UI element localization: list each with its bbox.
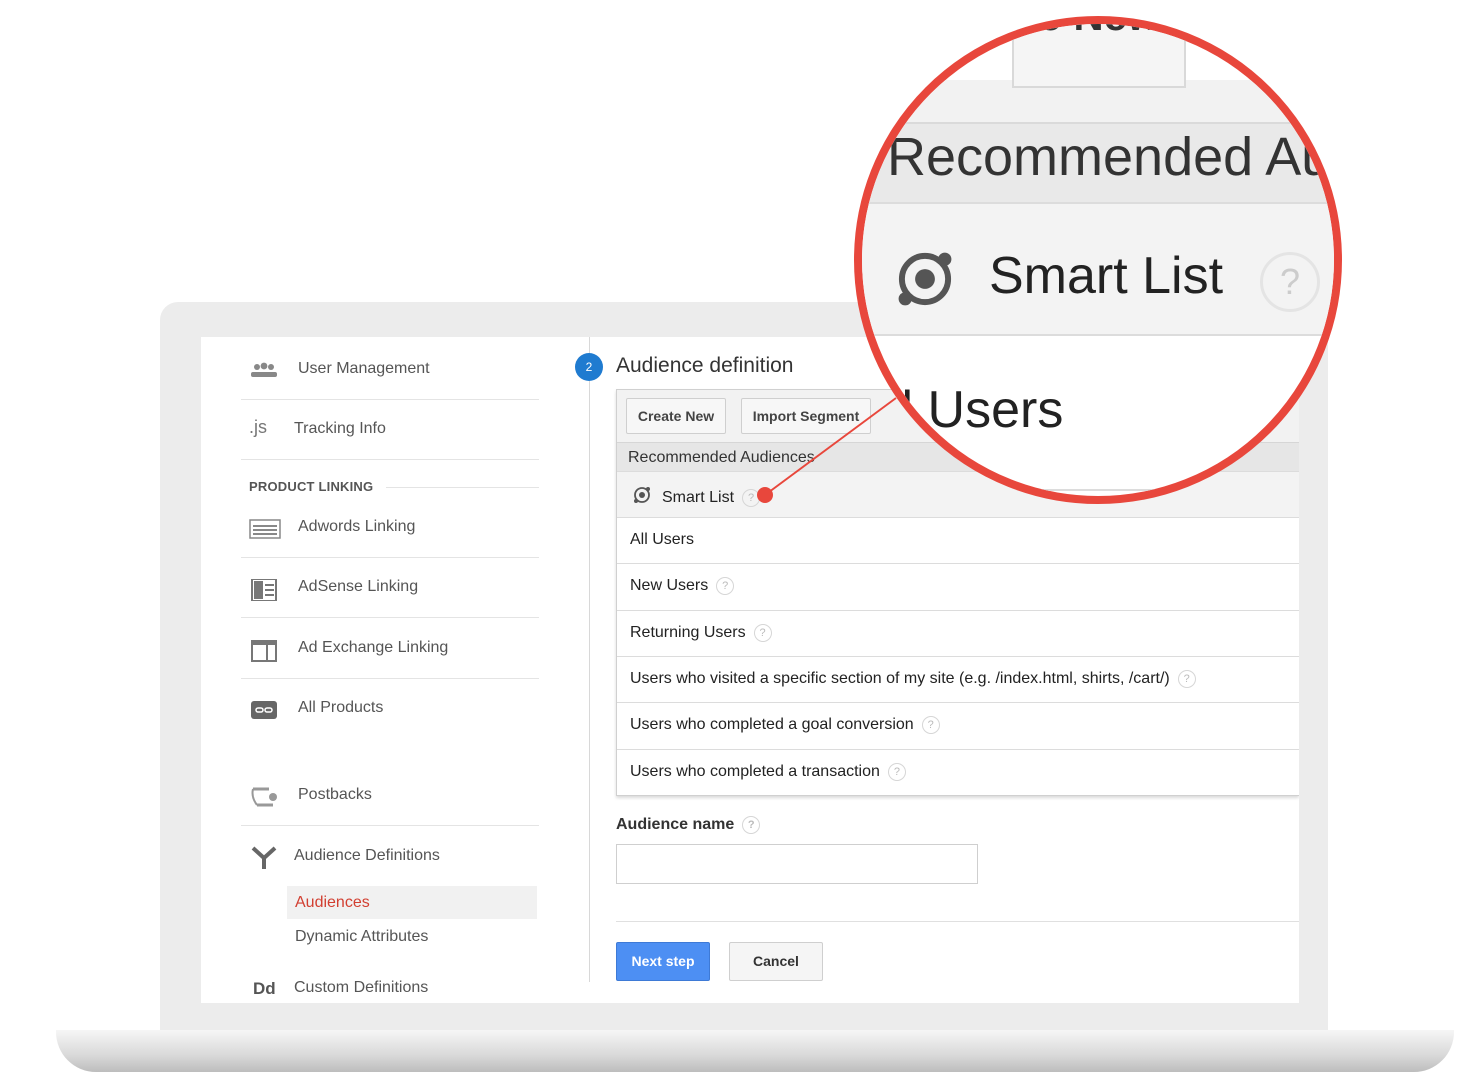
help-icon: ?	[1260, 252, 1320, 312]
magnified-all-users-label: ll Users	[890, 381, 1064, 439]
sidebar-item-label: Ad Exchange Linking	[298, 639, 449, 656]
audience-icon	[249, 846, 279, 869]
smart-list-icon	[898, 252, 952, 306]
sidebar-subitem-dynamic-attributes[interactable]: Dynamic Attributes	[287, 920, 537, 953]
sidebar-item-user-management[interactable]: User Management	[241, 339, 539, 400]
magnified-recommended-label: Recommended Au	[887, 127, 1332, 187]
import-segment-button[interactable]: Import Segment	[741, 398, 871, 434]
ad-exchange-icon	[249, 640, 279, 662]
users-icon	[249, 361, 279, 381]
sidebar-item-label: Custom Definitions	[294, 979, 429, 996]
sidebar-item-postbacks[interactable]: Postbacks	[241, 765, 539, 826]
list-item-label: Smart List	[662, 489, 735, 506]
magnified-smart-list-label: Smart List	[989, 247, 1224, 305]
sidebar-item-label: Tracking Info	[294, 420, 386, 437]
sidebar-item-adwords-linking[interactable]: Adwords Linking	[241, 497, 539, 558]
list-item-label: Users who visited a specific section of …	[630, 670, 1170, 688]
step-number-badge: 2	[575, 353, 603, 381]
list-item-label: Returning Users	[630, 624, 746, 642]
sidebar-item-tracking-info[interactable]: .js Tracking Info	[241, 399, 539, 460]
divider	[616, 921, 1299, 922]
sidebar-item-label: Postbacks	[298, 786, 372, 803]
list-item-label: Users who completed a transaction	[630, 763, 880, 781]
help-icon[interactable]: ?	[1177, 670, 1196, 688]
magnified-recommended-header: Recommended Au	[862, 122, 1334, 204]
audience-option-visited-section[interactable]: Users who visited a specific section of …	[617, 656, 1299, 702]
sidebar-item-ad-exchange-linking[interactable]: Ad Exchange Linking	[241, 618, 539, 679]
sidebar-item-label: AdSense Linking	[298, 578, 419, 595]
list-item-label: New Users	[630, 577, 709, 595]
magnified-smart-list-row: Smart List ?	[862, 202, 1334, 336]
help-icon[interactable]: ?	[716, 577, 735, 595]
divider	[862, 489, 1334, 491]
list-item-label: All Users	[630, 531, 695, 548]
recommended-audiences-label: Recommended Audiences	[628, 449, 815, 466]
page-title: Audience definition	[616, 354, 794, 377]
callout-dot	[757, 487, 773, 503]
next-step-button[interactable]: Next step	[616, 942, 710, 981]
audience-name-input[interactable]	[616, 844, 978, 884]
divider	[386, 487, 539, 488]
cancel-button[interactable]: Cancel	[729, 942, 823, 981]
sidebar-item-label: Audience Definitions	[294, 847, 440, 864]
audience-option-returning-users[interactable]: Returning Users?	[617, 610, 1299, 656]
js-icon: .js	[249, 417, 267, 437]
create-new-button[interactable]: Create New	[626, 398, 726, 434]
sidebar-item-audience-definitions[interactable]: Audience Definitions	[241, 826, 539, 886]
sidebar-divider	[589, 337, 590, 982]
smart-list-icon	[634, 487, 650, 503]
postbacks-icon	[249, 781, 279, 807]
laptop-base	[56, 1030, 1454, 1072]
sidebar-item-label: All Products	[298, 699, 384, 716]
sidebar-item-adsense-linking[interactable]: AdSense Linking	[241, 557, 539, 618]
sidebar-item-label: User Management	[298, 360, 430, 377]
audience-option-new-users[interactable]: New Users?	[617, 563, 1299, 609]
magnified-create-new-button: e New	[1012, 24, 1186, 88]
help-icon[interactable]: ?	[887, 763, 906, 781]
audience-option-transaction[interactable]: Users who completed a transaction?	[617, 749, 1299, 795]
link-icon	[249, 700, 279, 720]
sidebar-item-label: Adwords Linking	[298, 518, 416, 535]
sidebar-subitem-audiences[interactable]: Audiences	[287, 886, 537, 919]
audience-option-goal-conversion[interactable]: Users who completed a goal conversion?	[617, 702, 1299, 748]
dd-icon: Dd	[253, 979, 276, 998]
sidebar-item-custom-definitions[interactable]: Dd Custom Definitions	[241, 967, 539, 1003]
magnifier-callout: e New Recommended Au Smart List ? ll Use…	[854, 16, 1342, 504]
help-icon[interactable]: ?	[921, 716, 940, 734]
adwords-icon	[249, 519, 281, 539]
help-icon[interactable]: ?	[742, 816, 761, 834]
audience-option-all-users[interactable]: All Users	[617, 517, 1299, 563]
sidebar-item-all-products[interactable]: All Products	[241, 678, 539, 738]
list-item-label: Users who completed a goal conversion	[630, 716, 914, 734]
help-icon[interactable]: ?	[753, 624, 772, 642]
adsense-icon	[249, 578, 279, 602]
section-header-product-linking: PRODUCT LINKING	[249, 479, 374, 494]
audience-name-label-text: Audience name	[616, 816, 735, 834]
audience-name-label: Audience name?	[616, 816, 761, 834]
